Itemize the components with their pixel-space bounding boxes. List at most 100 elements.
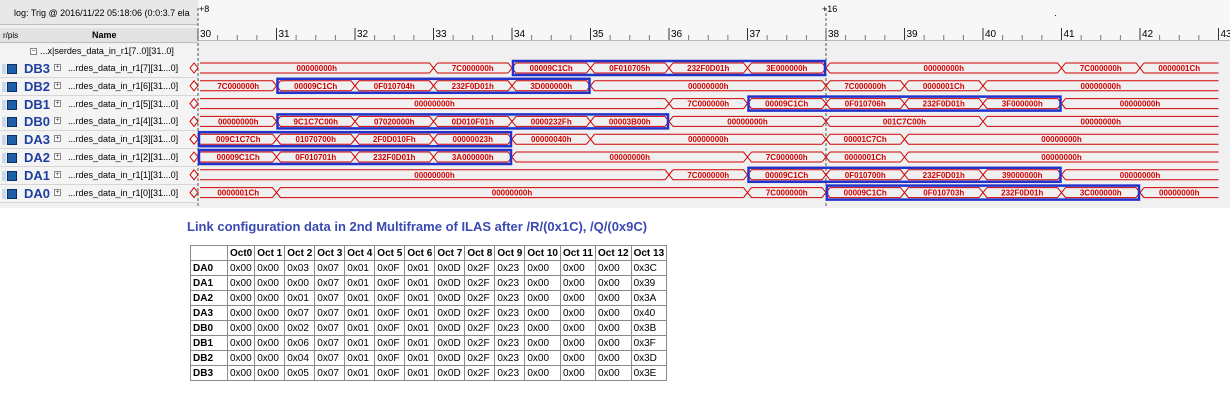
table-cell: 0x00 <box>254 305 286 321</box>
table-row: DB3 0x00 0x00 0x05 0x07 0x01 0x0F 0x01 0x0D 0x2F 0… <box>190 365 668 381</box>
bus-value-label: 00000000h <box>492 189 533 198</box>
bus-waveform-db0[interactable]: 00000000h 9C1C7C00h 07020000h 0D010F01h 0000… <box>189 115 1219 128</box>
table-cell: 0x00 <box>594 320 632 336</box>
bus-waveform-da2[interactable]: 00009C1Ch 0F010701h 232F0D01h 3A000000h 0000… <box>189 151 1219 163</box>
bus-value-label: 00000000h <box>1041 153 1082 162</box>
table-cell: 0x00 <box>524 305 561 321</box>
bus-value-label: 07020000h <box>374 117 415 126</box>
bus-value-label: 0F010703h <box>923 189 964 198</box>
bus-value-label: 0D010F01h <box>452 117 494 126</box>
bus-value-label: 2F0D010Fh <box>373 135 416 144</box>
table-cell: 0x07 <box>314 365 346 381</box>
table-cell: 0x01 <box>404 320 436 336</box>
bus-value-label: 00000000h <box>1081 117 1122 126</box>
row-header: DA1 <box>190 275 228 291</box>
ruler-tick-label: 31 <box>279 29 291 40</box>
table-cell: 0x01 <box>284 290 316 306</box>
column-header: Oct 1 <box>254 245 286 261</box>
table-cell: 0x01 <box>404 335 436 351</box>
table-row: DA2 0x00 0x00 0x01 0x07 0x01 0x0F 0x01 0x0D 0x2F 0… <box>190 290 668 306</box>
table-cell: 0x01 <box>344 290 376 306</box>
table-cell: 0x00 <box>254 365 286 381</box>
bus-waveform-db1[interactable]: 00000000h 7C000000h 00009C1Ch 0F010706h 232F… <box>189 97 1219 110</box>
bus-waveform-db2[interactable]: 7C000000h 00009C1Ch 0F010704h 232F0D01h 3D00… <box>189 79 1219 92</box>
table-cell: 0x0D <box>434 260 466 276</box>
table-cell: 0x00 <box>594 335 632 351</box>
column-header <box>190 245 228 261</box>
table-cell: 0x07 <box>314 290 346 306</box>
bus-value-label: 00000040h <box>531 135 572 144</box>
table-row: DB2 0x00 0x00 0x04 0x07 0x01 0x0F 0x01 0x0D 0x2F 0… <box>190 350 668 366</box>
table-cell: 0x01 <box>404 290 436 306</box>
table-cell: 0x3D <box>630 350 668 366</box>
row-header: DB2 <box>190 350 228 366</box>
table-cell: 0x00 <box>524 275 561 291</box>
ilas-config-table: Oct0 Oct 1 Oct 2 Oct 3 Oct 4 Oct 5 Oct 6 Oct 7O… <box>190 245 668 381</box>
bus-value-label: 7C000000h <box>217 82 259 91</box>
waveform-viewer: log: Trig @ 2016/11/22 05:18:06 (0:0:3.7… <box>0 0 1230 208</box>
bus-value-label: 7C000000h <box>452 64 494 73</box>
table-cell: 0x00 <box>524 290 561 306</box>
ruler-tick-label: 32 <box>357 29 369 40</box>
table-cell: 0x2F <box>464 305 496 321</box>
table-cell: 0x02 <box>284 320 316 336</box>
table-cell: 0x00 <box>226 320 256 336</box>
bus-waveform-da0[interactable]: 0000001Ch 00000000h 7C000000h 00009C1Ch 0F01… <box>189 186 1219 199</box>
table-row: DB0 0x00 0x00 0x02 0x07 0x01 0x0F 0x01 0x0D 0x2F 0… <box>190 320 668 336</box>
row-header: DB0 <box>190 320 228 336</box>
column-header: Oct 11 <box>559 245 596 261</box>
bus-waveform-da3[interactable]: 009C1C7Ch 01070700h 2F0D010Fh 00000023h 0000… <box>189 133 1219 146</box>
table-cell: 0x01 <box>344 350 376 366</box>
bus-value-label: 00000000h <box>727 117 768 126</box>
ilas-caption: Link configuration data in 2nd Multifram… <box>187 219 648 234</box>
bus-waveform-da1[interactable]: 00000000h 7C000000h 00009C1Ch 0F010700h 232F… <box>189 168 1219 181</box>
bus-value-label: 7C000000h <box>766 189 808 198</box>
bus-waveform-db3[interactable]: 00000000h 7C000000h 00009C1Ch 0F010705h 232F… <box>189 62 1219 74</box>
waveform-canvas[interactable]: 30 31 32 33 34 35 36 37 38 39 40 41 42 4300000000h 7C0… <box>0 0 1230 208</box>
bus-value-label: 7C000000h <box>687 100 729 109</box>
table-cell: 0x01 <box>404 365 436 381</box>
table-cell: 0x00 <box>524 260 561 276</box>
table-cell: 0x00 <box>254 275 286 291</box>
table-cell: 0x2F <box>464 350 496 366</box>
table-cell: 0x00 <box>559 350 596 366</box>
table-cell: 0x0D <box>434 335 466 351</box>
bus-value-label: 0F010705h <box>609 64 650 73</box>
ruler-tick-label: 37 <box>750 29 762 40</box>
table-cell: 0x00 <box>226 290 256 306</box>
table-cell: 0x2F <box>464 290 496 306</box>
row-header: DA2 <box>190 290 228 306</box>
bus-value-label: 00000000h <box>297 64 338 73</box>
table-cell: 0x07 <box>314 350 346 366</box>
bus-value-label: 00000000h <box>1041 135 1082 144</box>
ruler-tick-label: 40 <box>985 29 997 40</box>
table-cell: 0x40 <box>630 305 668 321</box>
table-cell: 0x01 <box>344 320 376 336</box>
ruler-tick-label: 36 <box>671 29 683 40</box>
table-cell: 0x00 <box>559 275 596 291</box>
table-cell: 0x01 <box>344 335 376 351</box>
bus-value-label: 00000023h <box>453 135 494 144</box>
table-cell: 0x00 <box>594 275 632 291</box>
table-cell: 0x0D <box>434 275 466 291</box>
table-cell: 0x00 <box>226 335 256 351</box>
table-cell: 0x0F <box>374 275 406 291</box>
table-cell: 0x00 <box>524 335 561 351</box>
table-cell: 0x23 <box>494 320 526 336</box>
bus-value-label: 232F0D01h <box>923 171 965 180</box>
row-header: DB1 <box>190 335 228 351</box>
bus-value-label: 00009C1Ch <box>294 82 337 91</box>
column-header: Oct 5 <box>374 245 406 261</box>
table-cell: 0x00 <box>594 305 632 321</box>
bus-value-label: 232F0D01h <box>923 100 965 109</box>
bus-value-label: 232F0D01h <box>452 82 494 91</box>
bus-value-label: 00000000h <box>688 135 729 144</box>
table-cell: 0x07 <box>314 320 346 336</box>
bus-value-label: 0000001Ch <box>1158 64 1200 73</box>
bus-value-label: 7C000000h <box>844 82 886 91</box>
ruler-tick-label: 34 <box>514 29 526 40</box>
bus-value-label: 00000000h <box>1159 189 1200 198</box>
table-cell: 0x00 <box>559 260 596 276</box>
table-cell: 0x01 <box>404 350 436 366</box>
table-cell: 0x2F <box>464 275 496 291</box>
